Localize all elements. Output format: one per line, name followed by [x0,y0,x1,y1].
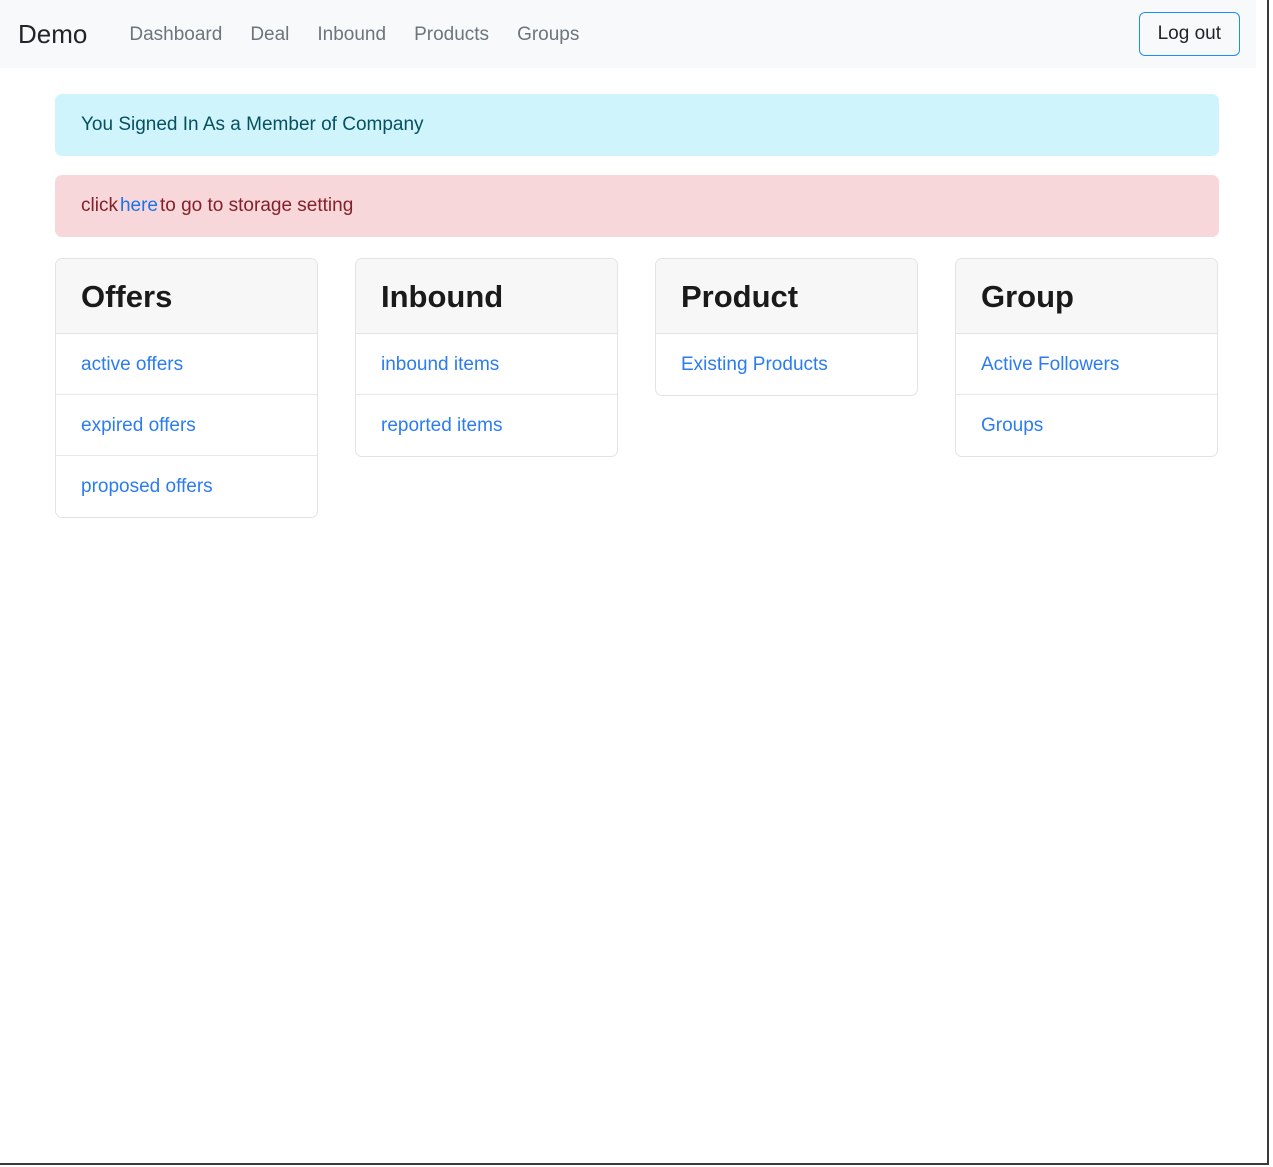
card-offers-title: Offers [81,278,173,314]
link-existing-products[interactable]: Existing Products [681,355,828,374]
nav-link-inbound[interactable]: Inbound [303,17,400,52]
nav-links: Dashboard Deal Inbound Products Groups [115,17,1138,52]
link-active-offers[interactable]: active offers [81,355,183,374]
list-item[interactable]: proposed offers [56,456,317,517]
nav-link-groups[interactable]: Groups [503,17,593,52]
nav-link-deal[interactable]: Deal [236,17,303,52]
browser-window: Demo Dashboard Deal Inbound Products Gro… [0,0,1269,1165]
signed-in-alert-text: You Signed In As a Member of Company [81,114,424,135]
storage-alert-suffix: to go to storage setting [159,195,354,216]
card-group: Group Active Followers Groups [955,258,1218,457]
signed-in-alert: You Signed In As a Member of Company [55,94,1219,156]
card-inbound-title: Inbound [381,278,504,314]
card-inbound-list: inbound items reported items [356,334,617,456]
link-active-followers[interactable]: Active Followers [981,355,1119,374]
card-inbound: Inbound inbound items reported items [355,258,618,457]
card-offers-header: Offers [56,259,317,334]
link-expired-offers[interactable]: expired offers [81,416,196,435]
cards-row: Offers active offers expired offers prop… [55,258,1218,518]
card-offers-list: active offers expired offers proposed of… [56,334,317,517]
storage-setting-link[interactable]: here [120,195,158,217]
card-product: Product Existing Products [655,258,918,396]
card-product-header: Product [656,259,917,334]
list-item[interactable]: Groups [956,395,1217,456]
list-item[interactable]: expired offers [56,395,317,456]
card-group-title: Group [981,278,1074,314]
top-navbar: Demo Dashboard Deal Inbound Products Gro… [0,0,1256,68]
link-inbound-items[interactable]: inbound items [381,355,499,374]
link-proposed-offers[interactable]: proposed offers [81,477,213,496]
link-reported-items[interactable]: reported items [381,416,502,435]
storage-setting-alert: click here to go to storage setting [55,175,1219,237]
card-offers: Offers active offers expired offers prop… [55,258,318,518]
card-group-header: Group [956,259,1217,334]
link-groups[interactable]: Groups [981,416,1043,435]
brand-logo[interactable]: Demo [18,21,87,47]
card-product-list: Existing Products [656,334,917,395]
logout-button[interactable]: Log out [1138,11,1240,57]
card-group-list: Active Followers Groups [956,334,1217,456]
card-product-title: Product [681,278,799,314]
list-item[interactable]: active offers [56,334,317,395]
nav-link-products[interactable]: Products [400,17,503,52]
storage-alert-prefix: click [81,195,118,216]
nav-link-dashboard[interactable]: Dashboard [115,17,236,52]
list-item[interactable]: Active Followers [956,334,1217,395]
page-content: You Signed In As a Member of Company cli… [0,94,1267,518]
card-inbound-header: Inbound [356,259,617,334]
list-item[interactable]: inbound items [356,334,617,395]
list-item[interactable]: Existing Products [656,334,917,395]
list-item[interactable]: reported items [356,395,617,456]
